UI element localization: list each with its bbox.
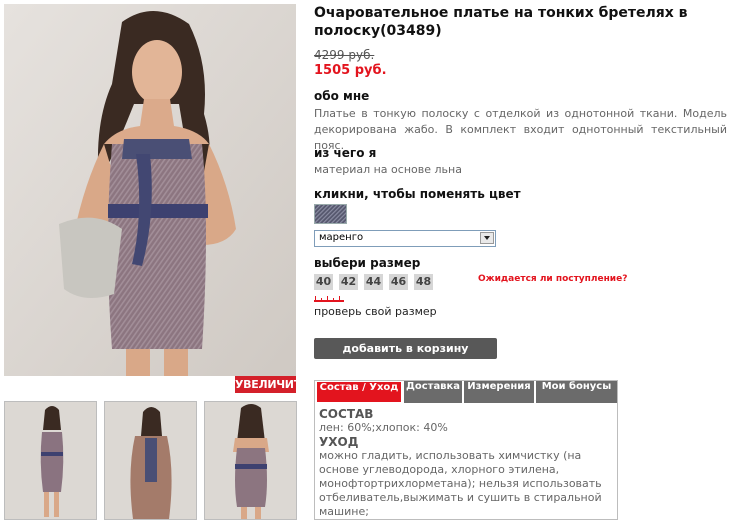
tab-content: СОСТАВ лен: 60%;хлопок: 40% УХОД можно г… xyxy=(319,407,609,519)
about-heading: обо мне xyxy=(314,89,370,103)
color-heading: кликни, чтобы поменять цвет xyxy=(314,187,521,201)
tab-measurements[interactable]: Измерения xyxy=(464,381,534,403)
add-to-cart-button[interactable]: добавить в корзину xyxy=(314,338,497,359)
size-option-40[interactable]: 40 xyxy=(314,274,333,290)
composition-text: лен: 60%;хлопок: 40% xyxy=(319,421,448,434)
care-heading: УХОД xyxy=(319,435,359,449)
color-select-value: маренго xyxy=(319,232,364,243)
awaiting-stock-link[interactable]: Ожидается ли поступление? xyxy=(478,274,627,284)
tab-my-bonuses[interactable]: Мои бонусы xyxy=(536,381,617,403)
zoom-button[interactable]: УВЕЛИЧИТЬ xyxy=(235,376,309,393)
size-option-44[interactable]: 44 xyxy=(364,274,383,290)
color-swatch[interactable] xyxy=(314,204,347,224)
ruler-icon[interactable] xyxy=(314,296,344,302)
color-select[interactable]: маренго xyxy=(314,230,496,247)
material-text: материал на основе льна xyxy=(314,163,462,176)
info-tabs-panel: Состав / Уход Доставка Измерения Мои бон… xyxy=(314,380,618,520)
size-option-46[interactable]: 46 xyxy=(389,274,408,290)
new-price: 1505 руб. xyxy=(314,63,387,78)
tab-delivery[interactable]: Доставка xyxy=(404,381,462,403)
product-main-photo[interactable] xyxy=(4,4,296,376)
size-heading: выбери размер xyxy=(314,256,421,270)
thumbnail-3[interactable] xyxy=(204,401,297,520)
tab-composition-care[interactable]: Состав / Уход xyxy=(316,381,402,403)
old-price: 4299 руб. xyxy=(314,48,375,62)
chevron-down-icon[interactable] xyxy=(480,232,494,244)
size-option-42[interactable]: 42 xyxy=(339,274,358,290)
care-text: можно гладить, использовать химчистку (н… xyxy=(319,449,602,518)
product-title: Очаровательное платье на тонких бретелях… xyxy=(314,5,688,39)
thumbnail-1[interactable] xyxy=(4,401,97,520)
check-size-link[interactable]: проверь свой размер xyxy=(314,305,437,318)
composition-heading: СОСТАВ xyxy=(319,407,374,421)
material-heading: из чего я xyxy=(314,146,377,160)
size-option-48[interactable]: 48 xyxy=(414,274,433,290)
thumbnail-2[interactable] xyxy=(104,401,197,520)
